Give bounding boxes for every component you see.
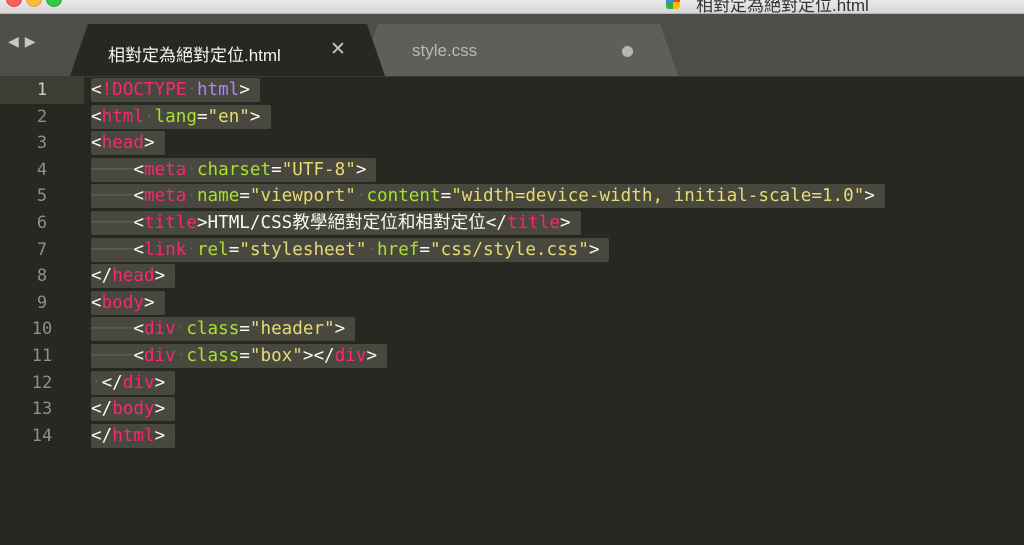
code-line[interactable]: 13 </body> [0, 396, 1024, 423]
code-line[interactable]: 2 <html·lang="en"> [0, 104, 1024, 131]
code-line[interactable]: 8 </head> [0, 263, 1024, 290]
line-number: 10 [31, 319, 53, 340]
close-icon[interactable]: ✕ [330, 38, 346, 61]
document-icon [666, 0, 680, 9]
code-text[interactable]: <head> [91, 131, 165, 156]
code-line[interactable]: 14 </html> [0, 423, 1024, 450]
code-text[interactable]: </html> [91, 423, 176, 448]
line-number: 11 [31, 346, 53, 366]
code-line[interactable]: 11 ────<div·class="box"></div> [0, 343, 1024, 370]
tab-label: 相對定為絕對定位.html [108, 46, 281, 65]
code-text[interactable]: </body> [91, 397, 176, 422]
code-text[interactable]: </head> [91, 264, 176, 289]
code-text[interactable]: <!DOCTYPE·html> [91, 78, 260, 102]
line-number: 12 [31, 372, 53, 393]
close-window-button[interactable] [6, 0, 22, 7]
tab-bar: ◀▶ style.css 相對定為絕對定位.html ✕ [0, 14, 1024, 77]
line-number: 14 [31, 425, 53, 446]
line-number: 4 [36, 159, 48, 180]
line-number: 1 [0, 77, 84, 104]
code-line[interactable]: 6 ────<title>HTML/CSS教學絕對定位和相對定位</title> [0, 210, 1024, 237]
code-line[interactable]: 4 ────<meta·charset="UTF-8"> [0, 157, 1024, 184]
window-title-bar: 相對定為絕對定位.html [0, 0, 1024, 14]
code-text[interactable]: ────<meta·name="viewport"·content="width… [91, 184, 885, 209]
line-number: 7 [36, 239, 48, 260]
code-line[interactable]: 3 <head> [0, 130, 1024, 157]
window-title: 相對定為絕對定位.html [696, 0, 869, 14]
code-text[interactable]: ────<title>HTML/CSS教學絕對定位和相對定位</title> [91, 211, 581, 235]
line-number: 3 [36, 133, 48, 154]
line-number: 5 [36, 186, 48, 207]
tab-style-css[interactable]: style.css [360, 24, 678, 76]
line-number: 6 [36, 213, 48, 233]
code-line[interactable]: 9 <body> [0, 290, 1024, 317]
tab-current-html[interactable]: 相對定為絕對定位.html ✕ [70, 24, 385, 76]
code-line[interactable]: 10 ────<div·class="header"> [0, 316, 1024, 343]
chevron-left-icon[interactable]: ◀ [8, 33, 25, 49]
code-text[interactable]: ────<meta·charset="UTF-8"> [91, 157, 377, 182]
code-editor[interactable]: 1 <!DOCTYPE·html> 2 <html·lang="en"> 3 <head>… [0, 77, 1024, 545]
code-line[interactable]: 5 ────<meta·name="viewport"·content="widt… [0, 183, 1024, 210]
minimize-window-button[interactable] [26, 0, 42, 7]
line-number: 13 [31, 399, 53, 420]
tab-nav: ◀▶ [8, 33, 42, 50]
code-line[interactable]: 12 ·</div> [0, 370, 1024, 397]
chevron-right-icon[interactable]: ▶ [25, 33, 42, 49]
modified-dot-icon[interactable] [622, 46, 633, 57]
code-text[interactable]: ────<div·class="box"></div> [91, 344, 388, 368]
line-number: 9 [36, 292, 48, 313]
code-line[interactable]: 1 <!DOCTYPE·html> [0, 77, 1024, 104]
code-text[interactable]: ·</div> [91, 370, 176, 395]
code-text[interactable]: ────<div·class="header"> [91, 317, 356, 342]
line-number: 2 [36, 106, 48, 127]
code-text[interactable]: <html·lang="en"> [91, 104, 271, 129]
line-number: 8 [36, 266, 48, 287]
zoom-window-button[interactable] [46, 0, 62, 7]
code-text[interactable]: ────<link·rel="stylesheet"·href="css/sty… [91, 237, 610, 262]
code-line[interactable]: 7 ────<link·rel="stylesheet"·href="css/st… [0, 237, 1024, 264]
code-text[interactable]: <body> [91, 290, 165, 315]
tab-label: style.css [412, 41, 478, 60]
